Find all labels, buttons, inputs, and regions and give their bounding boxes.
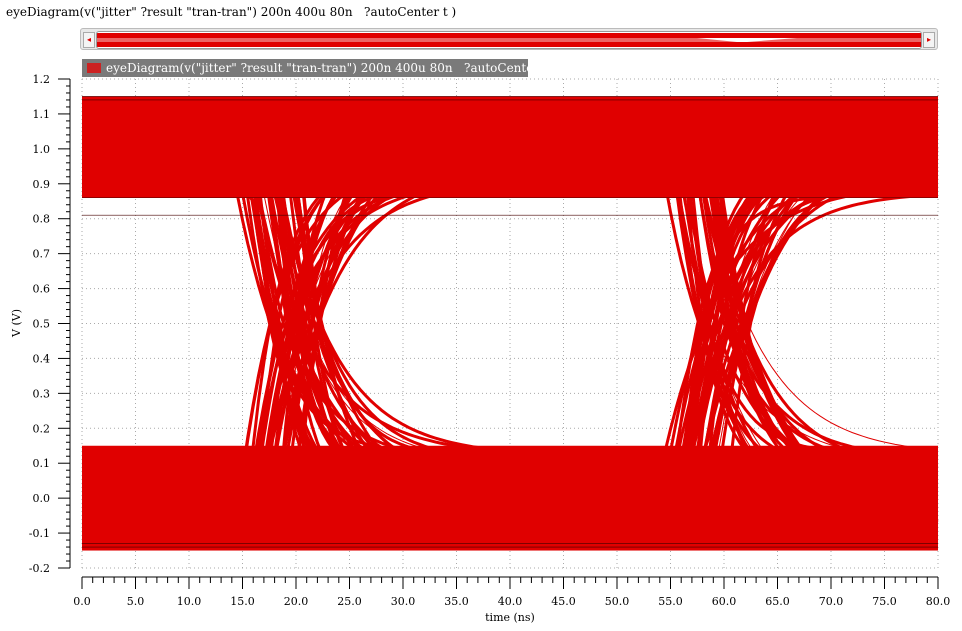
x-tick-label: 55.0 [658,595,683,608]
x-tick-label: 75.0 [872,595,897,608]
x-tick-label: 0.0 [73,595,91,608]
x-tick-label: 15.0 [230,595,255,608]
x-tick-label: 35.0 [444,595,469,608]
y-tick-label: 0.3 [33,387,51,400]
x-tick-label: 5.0 [127,595,145,608]
y-tick-label: -0.2 [29,562,50,575]
x-tick-label: 45.0 [551,595,576,608]
x-tick-label: 50.0 [605,595,630,608]
y-tick-label: 0.6 [33,283,51,296]
x-tick-label: 40.0 [498,595,523,608]
y-tick-label: 0.5 [33,318,51,331]
y-tick-label: 0.2 [33,422,51,435]
y-tick-label: 0.8 [33,213,51,226]
x-tick-label: 80.0 [926,595,951,608]
y-tick-label: 1.2 [33,73,51,86]
x-tick-label: 60.0 [712,595,737,608]
y-tick-label: 0.9 [33,178,51,191]
x-tick-label: 70.0 [819,595,844,608]
y-tick-label: -0.1 [29,527,50,540]
eye-diagram-chart: 1.2 1.1 1.0 0.9 0.8 0.7 0.6 0.5 0.4 0.3 0.2 0.1 0.0 -… [10,73,951,624]
y-tick-label: 0.7 [33,248,51,261]
y-tick-label: 0.1 [33,457,51,470]
x-tick-label: 30.0 [391,595,416,608]
y-tick-label: 0.0 [33,492,51,505]
x-axis-label: time (ns) [485,611,535,624]
x-tick-label: 25.0 [337,595,362,608]
y-axis-label: V (V) [10,309,23,338]
x-tick-label: 20.0 [284,595,309,608]
x-tick-label: 65.0 [765,595,790,608]
x-tick-label: 10.0 [177,595,202,608]
y-tick-label: 1.0 [33,143,51,156]
y-tick-label: 1.1 [33,108,51,121]
y-tick-label: 0.4 [33,352,51,365]
